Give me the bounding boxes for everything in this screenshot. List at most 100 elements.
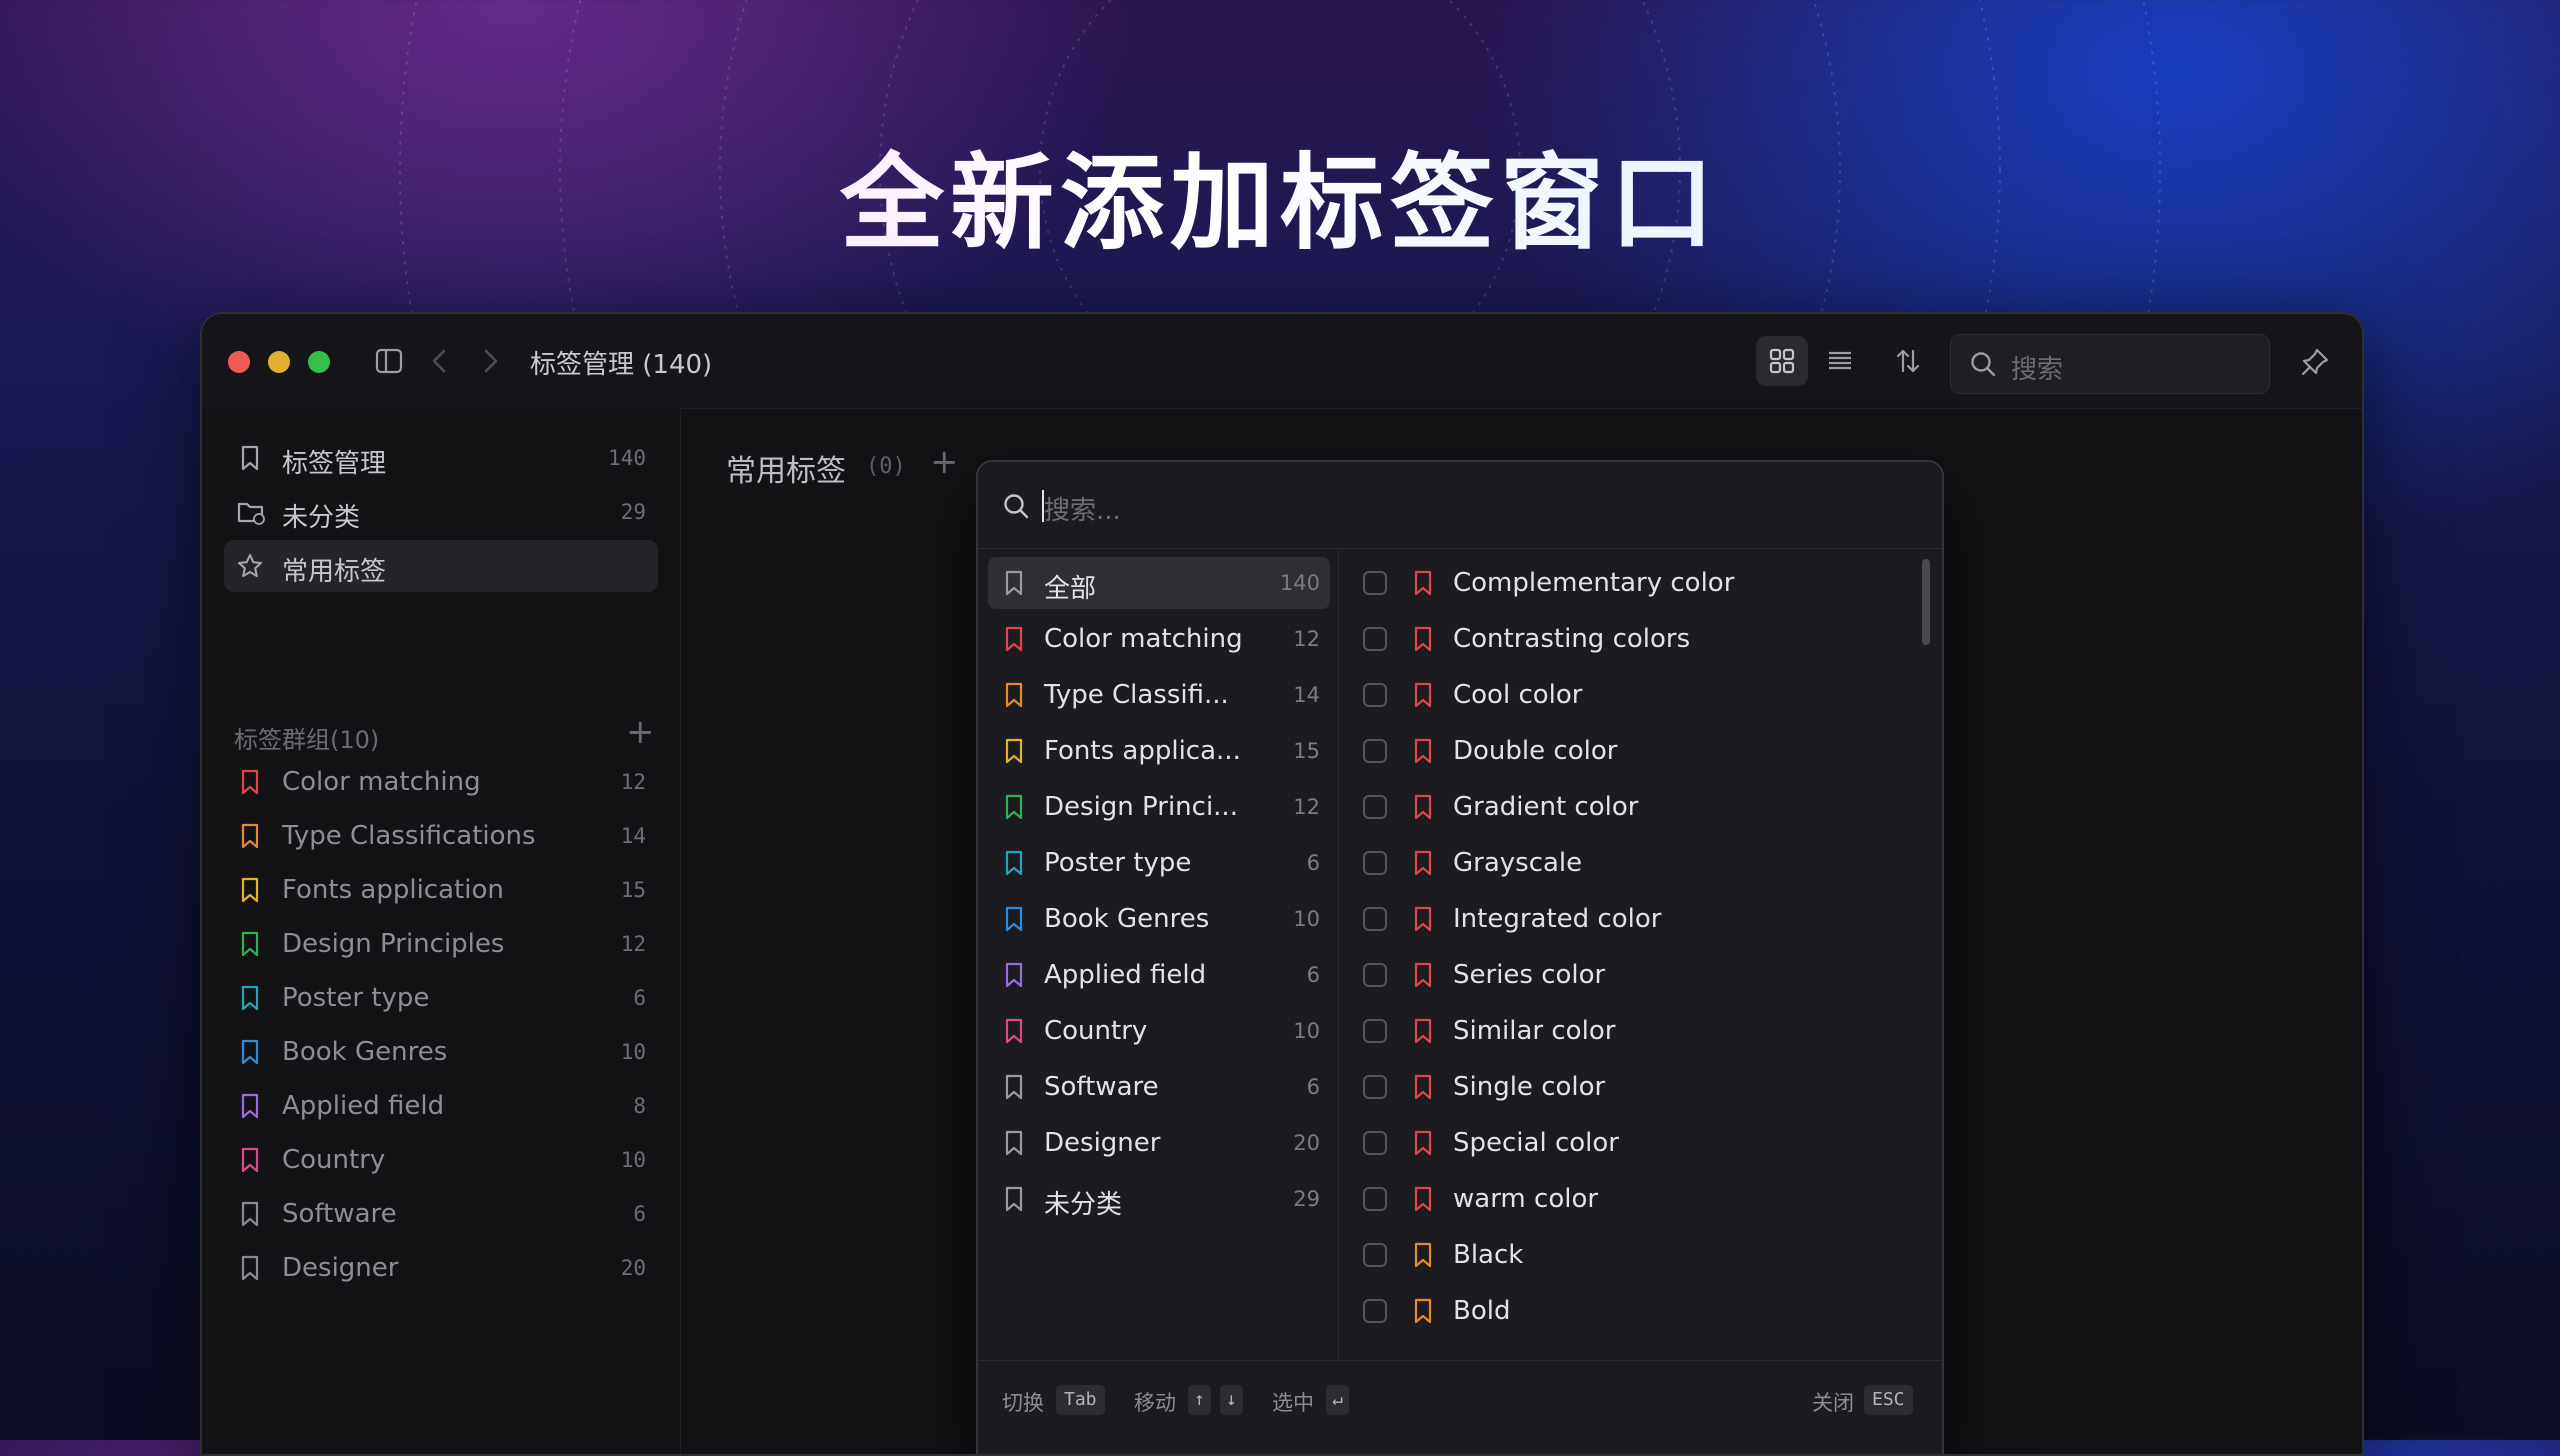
scrollbar[interactable] — [1922, 559, 1930, 645]
filter-list-item[interactable]: Software 6 — [988, 1061, 1330, 1113]
filter-list-count: 29 — [1293, 1187, 1320, 1211]
bookmark-icon — [1005, 1074, 1023, 1100]
filter-list-label: Color matching — [1044, 624, 1243, 654]
filter-list-count: 6 — [1306, 1075, 1320, 1099]
bookmark-icon — [1005, 570, 1023, 596]
filter-list-item[interactable]: Designer 20 — [988, 1117, 1330, 1169]
filter-list-item[interactable]: Fonts applica... 15 — [988, 725, 1330, 777]
filter-list-label: Poster type — [1044, 848, 1192, 878]
bookmark-icon — [241, 1147, 259, 1173]
filter-list-count: 15 — [1293, 739, 1320, 763]
tag-groups-title: 标签群组(10) — [234, 726, 380, 754]
tag-checklist-item[interactable]: Gradient color — [1339, 781, 1919, 833]
tag-checkbox[interactable] — [1363, 963, 1387, 987]
tag-checkbox[interactable] — [1363, 683, 1387, 707]
list-view-button[interactable] — [1814, 336, 1866, 386]
tag-checkbox[interactable] — [1363, 1299, 1387, 1323]
zoom-window-button[interactable] — [308, 351, 330, 373]
sidebar-group-count: 14 — [620, 824, 646, 848]
bookmark-icon — [241, 769, 259, 795]
filter-list-item[interactable]: Applied field 6 — [988, 949, 1330, 1001]
tag-checkbox[interactable] — [1363, 1131, 1387, 1155]
sidebar-group-item[interactable]: Country 10 — [224, 1134, 658, 1186]
sidebar-group-item[interactable]: Fonts application 15 — [224, 864, 658, 916]
tag-checklist-item[interactable]: Bold — [1339, 1285, 1919, 1337]
tag-checklist-item[interactable]: warm color — [1339, 1173, 1919, 1225]
tag-label: Cool color — [1453, 680, 1583, 710]
filter-list-item[interactable]: Color matching 12 — [988, 613, 1330, 665]
sidebar-group-item[interactable]: Design Principles 12 — [224, 918, 658, 970]
bookmark-icon — [1005, 794, 1023, 820]
sidebar-item-favorite-tags[interactable]: 常用标签 — [224, 540, 658, 592]
tag-checklist-item[interactable]: Special color — [1339, 1117, 1919, 1169]
bookmark-icon — [241, 985, 259, 1011]
tag-checkbox[interactable] — [1363, 1187, 1387, 1211]
top-search-input[interactable]: 搜索 — [1950, 334, 2270, 394]
tag-checkbox[interactable] — [1363, 795, 1387, 819]
tag-checkbox[interactable] — [1363, 627, 1387, 651]
filter-list-item[interactable]: Poster type 6 — [988, 837, 1330, 889]
move-up-key: ↑ — [1188, 1385, 1211, 1415]
tag-label: Gradient color — [1453, 792, 1639, 822]
tag-checkbox[interactable] — [1363, 571, 1387, 595]
sidebar-group-item[interactable]: Type Classifications 14 — [224, 810, 658, 862]
sidebar-group-item[interactable]: Book Genres 10 — [224, 1026, 658, 1078]
tag-checkbox[interactable] — [1363, 1075, 1387, 1099]
select-hint-label: 选中 — [1272, 1391, 1314, 1415]
tag-checkbox[interactable] — [1363, 1243, 1387, 1267]
bookmark-icon — [241, 931, 259, 957]
close-key: ESC — [1864, 1385, 1913, 1415]
filter-list-count: 6 — [1306, 963, 1320, 987]
forward-icon[interactable] — [478, 348, 502, 374]
tag-label: Similar color — [1453, 1016, 1616, 1046]
tag-label: warm color — [1453, 1184, 1599, 1214]
filter-list-item[interactable]: Country 10 — [988, 1005, 1330, 1057]
list-icon — [1829, 351, 1851, 370]
tag-checkbox[interactable] — [1363, 851, 1387, 875]
sidebar-item-tag-management[interactable]: 标签管理 140 — [224, 432, 658, 484]
add-favorite-tag-button[interactable]: + — [930, 442, 959, 482]
tag-checklist-item[interactable]: Single color — [1339, 1061, 1919, 1113]
sidebar-group-item[interactable]: Poster type 6 — [224, 972, 658, 1024]
tag-checklist-item[interactable]: Similar color — [1339, 1005, 1919, 1057]
tag-checklist-item[interactable]: Series color — [1339, 949, 1919, 1001]
tag-checklist-item[interactable]: Grayscale — [1339, 837, 1919, 889]
popup-search-input[interactable]: 搜索... — [978, 462, 1942, 549]
filter-list-label: Book Genres — [1044, 904, 1210, 934]
tag-checklist-item[interactable]: Integrated color — [1339, 893, 1919, 945]
page-title-count: (0) — [866, 454, 906, 479]
sidebar-group-item[interactable]: Color matching 12 — [224, 756, 658, 808]
tag-checkbox[interactable] — [1363, 907, 1387, 931]
tag-checkbox[interactable] — [1363, 739, 1387, 763]
tag-checklist-item[interactable]: Cool color — [1339, 669, 1919, 721]
grid-view-button[interactable] — [1756, 336, 1808, 386]
filter-list-item[interactable]: Design Princi... 12 — [988, 781, 1330, 833]
pin-icon[interactable] — [2300, 347, 2330, 377]
filter-list-item[interactable]: Book Genres 10 — [988, 893, 1330, 945]
tag-checklist-item[interactable]: Complementary color — [1339, 557, 1919, 609]
filter-list-item[interactable]: Type Classifi... 14 — [988, 669, 1330, 721]
sidebar-group-item[interactable]: Designer 20 — [224, 1242, 658, 1294]
back-icon[interactable] — [428, 348, 452, 374]
keyboard-hints-footer: 切换 Tab 移动 ↑ ↓ 选中 ↵ 关闭 ESC — [978, 1360, 1942, 1454]
add-group-button[interactable]: + — [626, 712, 655, 752]
sidebar-toggle-icon[interactable] — [374, 346, 404, 376]
tag-checkbox[interactable] — [1363, 1019, 1387, 1043]
bookmark-icon — [1414, 1018, 1432, 1044]
tag-checklist-item[interactable]: Contrasting colors — [1339, 613, 1919, 665]
popup-search-placeholder: 搜索... — [1044, 496, 1121, 526]
sort-button[interactable] — [1882, 336, 1934, 386]
tag-checklist-item[interactable]: Double color — [1339, 725, 1919, 777]
filter-list-count: 20 — [1293, 1131, 1320, 1155]
sidebar-group-item[interactable]: Applied field 8 — [224, 1080, 658, 1132]
filter-list-item[interactable]: 未分类 29 — [988, 1173, 1330, 1225]
tag-label: Grayscale — [1453, 848, 1583, 878]
close-hint-label: 关闭 — [1812, 1391, 1854, 1415]
close-window-button[interactable] — [228, 351, 250, 373]
sidebar-group-item[interactable]: Software 6 — [224, 1188, 658, 1240]
minimize-window-button[interactable] — [268, 351, 290, 373]
bookmark-icon — [1414, 1074, 1432, 1100]
sidebar-item-uncategorized[interactable]: 未分类 29 — [224, 486, 658, 538]
filter-list-item[interactable]: 全部 140 — [988, 557, 1330, 609]
tag-checklist-item[interactable]: Black — [1339, 1229, 1919, 1281]
